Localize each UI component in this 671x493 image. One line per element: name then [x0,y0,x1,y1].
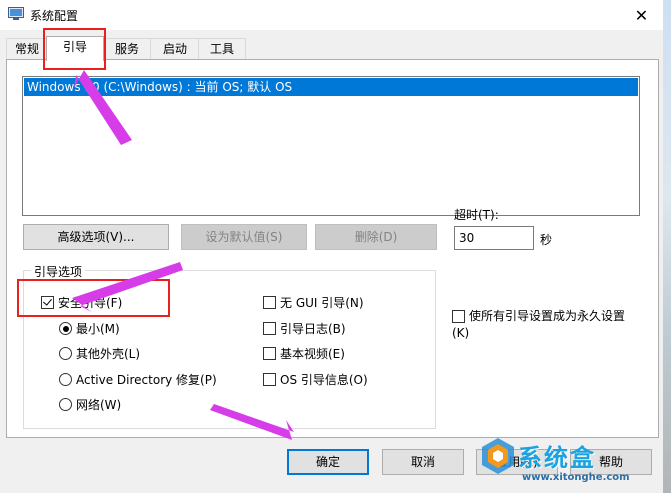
safe-boot-highlight [17,279,170,317]
radio-icon [59,398,72,411]
watermark-url: www.xitonghe.com [522,472,630,483]
background-strip [663,0,671,493]
window-title: 系统配置 [30,9,79,23]
base-video-checkbox[interactable]: 基本视频(E) [263,347,345,361]
boot-log-checkbox[interactable]: 引导日志(B) [263,322,346,336]
checkbox-icon [263,373,276,386]
close-icon: ✕ [634,5,649,25]
timeout-label: 超时(T): [454,208,499,222]
cancel-button[interactable]: 取消 [382,449,464,475]
checkbox-icon [263,322,276,335]
close-button[interactable]: ✕ [620,0,663,30]
ok-button[interactable]: 确定 [287,449,369,475]
boot-options-title: 引导选项 [31,263,86,280]
tab-general[interactable]: 常规 [6,38,48,60]
radio-icon [59,373,72,386]
advanced-options-button[interactable]: 高级选项(V)... [23,224,169,250]
boot-tab-panel: Windows 10 (C:\Windows) : 当前 OS; 默认 OS 高… [6,59,659,438]
minimal-radio[interactable]: 最小(M) [59,322,120,336]
delete-button[interactable]: 删除(D) [315,224,437,250]
system-config-icon [8,7,24,20]
os-boot-info-checkbox[interactable]: OS 引导信息(O) [263,373,368,387]
radio-selected-icon [59,322,72,335]
watermark-logo-icon [482,438,514,474]
no-gui-boot-checkbox[interactable]: 无 GUI 引导(N) [263,296,364,310]
os-list[interactable]: Windows 10 (C:\Windows) : 当前 OS; 默认 OS [22,76,640,216]
network-radio[interactable]: 网络(W) [59,398,121,412]
watermark: 系统盒 www.xitonghe.com [478,432,663,493]
make-permanent-checkbox[interactable]: 使所有引导设置成为永久设置(K) [452,308,642,342]
timeout-unit: 秒 [540,233,553,247]
radio-icon [59,347,72,360]
os-entry[interactable]: Windows 10 (C:\Windows) : 当前 OS; 默认 OS [24,78,638,96]
tab-tools[interactable]: 工具 [198,38,246,60]
checkbox-icon [263,296,276,309]
checkbox-icon [452,310,465,323]
checkbox-icon [263,347,276,360]
active-directory-radio[interactable]: Active Directory 修复(P) [59,373,217,387]
set-default-button[interactable]: 设为默认值(S) [181,224,307,250]
watermark-brand: 系统盒 [518,444,596,472]
tab-startup[interactable]: 启动 [150,38,200,60]
title-bar: 系统配置 ✕ [0,0,663,30]
boot-tab-highlight [43,28,106,70]
alternate-shell-radio[interactable]: 其他外壳(L) [59,347,140,361]
timeout-input[interactable]: 30 [454,226,534,250]
tab-services[interactable]: 服务 [102,38,152,60]
